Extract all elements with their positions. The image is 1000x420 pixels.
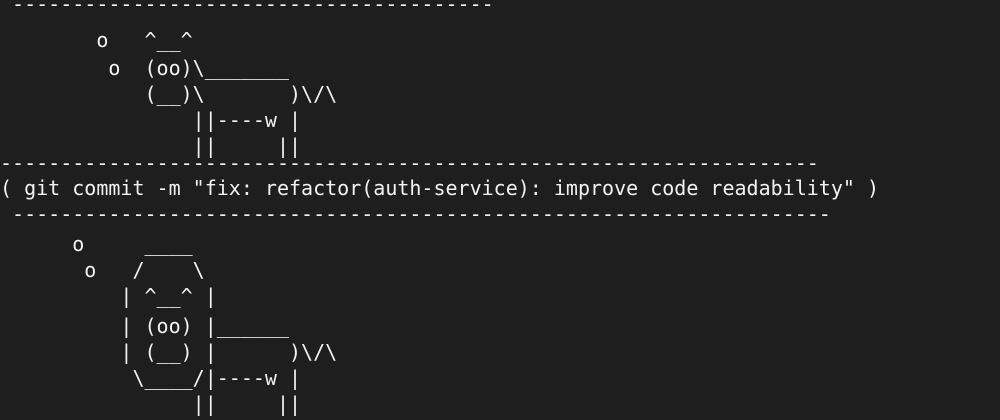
- speech-bubble-border: ----------------------------------------…: [0, 151, 819, 175]
- cow-art-line: | ^__^ |: [0, 284, 217, 308]
- cow-art-line: o (oo)\_______: [0, 56, 289, 80]
- cow-art-line: ||----w |: [0, 108, 302, 132]
- cow-art-line: (__)\ )\/\: [0, 82, 338, 106]
- cow-art-line: o ____: [0, 232, 193, 256]
- cow-art-line: o / \: [0, 258, 205, 282]
- speech-bubble-border: ----------------------------------------…: [0, 202, 831, 226]
- terminal-output: ----------------------------------------…: [0, 0, 1000, 420]
- cow-art-line: o ^__^: [0, 28, 193, 52]
- cow-art-line: \____/|----w |: [0, 366, 302, 390]
- cow-art-line: | (oo) |______: [0, 314, 289, 338]
- speech-bubble-top-border: ----------------------------------------: [0, 0, 494, 16]
- git-commit-message: ( git commit -m "fix: refactor(auth-serv…: [0, 176, 879, 200]
- cow-art-line: | (__) | )\/\: [0, 340, 338, 364]
- cow-art-line: || ||: [0, 392, 302, 416]
